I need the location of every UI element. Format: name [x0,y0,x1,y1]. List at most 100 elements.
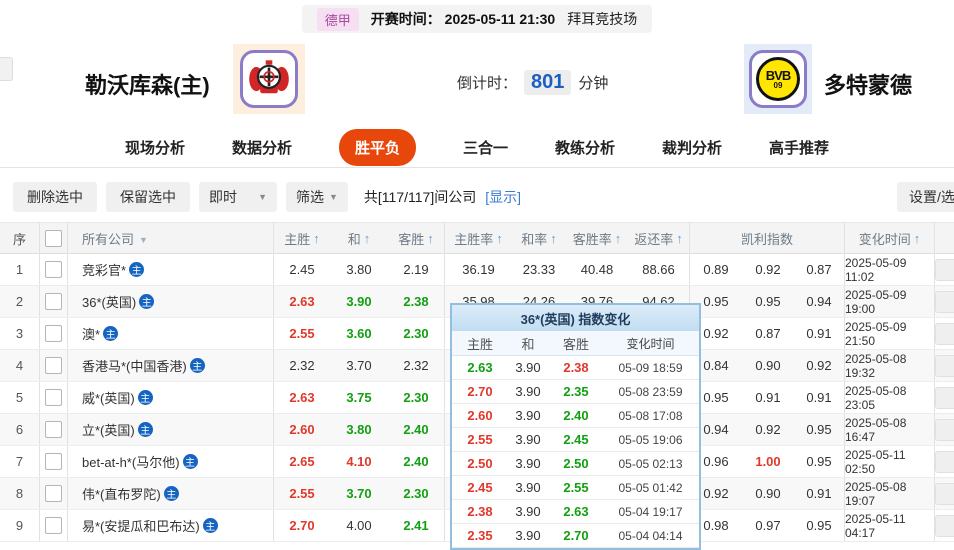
row-action-button[interactable] [935,354,954,377]
away-odds[interactable]: 2.38 [388,286,445,317]
tab-data-analysis[interactable]: 数据分析 [232,137,292,158]
row-checkbox[interactable] [45,421,62,438]
row-index: 2 [0,286,40,317]
draw-odds[interactable]: 3.60 [330,318,388,349]
settings-select-columns-button[interactable]: 设置/选择 [897,182,954,212]
sort-asc-icon [911,231,921,246]
header-away-odds[interactable]: 客胜 [388,223,445,253]
delete-selected-button[interactable]: 删除选中 [13,182,97,212]
home-odds[interactable]: 2.65 [274,446,330,477]
away-odds[interactable]: 2.19 [388,254,445,285]
keep-selected-button[interactable]: 保留选中 [106,182,190,212]
row-checkbox[interactable] [45,293,62,310]
row-action-button[interactable] [935,450,954,473]
time-mode-select[interactable]: 即时 ▼ [199,182,277,212]
odds-change-popup: 36*(英国) 指数变化 主胜 和 客胜 变化时间 2.63 3.90 2.38… [450,303,701,550]
company-name[interactable]: 香港马*(中国香港) [82,356,187,375]
row-action-button[interactable] [935,418,954,441]
popup-header-row: 主胜 和 客胜 变化时间 [452,331,699,356]
company-name[interactable]: 立*(英国) [82,420,135,439]
draw-odds[interactable]: 3.70 [330,478,388,509]
draw-odds[interactable]: 3.75 [330,382,388,413]
row-checkbox[interactable] [45,453,62,470]
sort-asc-icon [673,231,683,246]
home-odds[interactable]: 2.55 [274,318,330,349]
side-widget-handle[interactable] [0,57,13,81]
row-action-button[interactable] [935,482,954,505]
tab-expert-picks[interactable]: 高手推荐 [769,137,829,158]
company-name[interactable]: bet-at-h*(马尔他) [82,452,180,471]
kelly-away: 0.95 [794,446,845,477]
popup-away-odds: 2.70 [563,528,589,543]
draw-odds[interactable]: 3.70 [330,350,388,381]
header-draw-odds[interactable]: 和 [330,223,388,253]
row-action-button[interactable] [935,514,954,537]
company-name[interactable]: 36*(英国) [82,292,136,311]
kelly-away: 0.95 [794,510,845,541]
select-all-checkbox[interactable] [45,229,62,247]
popup-change-time: 05-08 17:08 [618,408,683,423]
tab-coach-analysis[interactable]: 教练分析 [555,137,615,158]
home-odds[interactable]: 2.70 [274,510,330,541]
tab-win-draw-lose[interactable]: 胜平负 [338,128,416,166]
away-odds[interactable]: 2.41 [388,510,445,541]
filter-select[interactable]: 筛选 ▼ [286,182,348,212]
popup-row: 2.55 3.90 2.45 05-05 19:06 [452,428,699,452]
header-away-rate[interactable]: 客胜率 [566,223,628,253]
company-name[interactable]: 威*(英国) [82,388,135,407]
home-odds[interactable]: 2.60 [274,414,330,445]
away-odds[interactable]: 2.40 [388,414,445,445]
row-checkbox[interactable] [45,325,62,342]
away-odds[interactable]: 2.30 [388,478,445,509]
row-checkbox[interactable] [45,261,62,278]
row-checkbox-cell [40,446,68,477]
row-index: 8 [0,478,40,509]
change-time: 2025-05-09 21:50 [845,318,935,349]
company-name[interactable]: 伟*(直布罗陀) [82,484,161,503]
row-checkbox[interactable] [45,389,62,406]
away-odds[interactable]: 2.30 [388,382,445,413]
home-odds[interactable]: 2.55 [274,478,330,509]
away-odds[interactable]: 2.30 [388,318,445,349]
row-checkbox[interactable] [45,357,62,374]
home-odds[interactable]: 2.45 [274,254,330,285]
row-action-button[interactable] [935,322,954,345]
row-checkbox[interactable] [45,517,62,534]
row-checkbox[interactable] [45,485,62,502]
row-action-cell [935,510,954,541]
row-action-button[interactable] [935,386,954,409]
home-team-logo-panel [233,44,305,114]
popup-change-time: 05-04 04:14 [618,528,683,543]
show-link[interactable]: [显示] [485,187,521,207]
draw-odds[interactable]: 4.00 [330,510,388,541]
company-name[interactable]: 易*(安提瓜和巴布达) [82,516,200,535]
row-action-button[interactable] [935,258,954,281]
home-team-marker-icon: 主 [163,486,179,501]
header-company[interactable]: 所有公司 [68,223,274,253]
chevron-down-icon: ▼ [329,192,338,202]
header-change-time[interactable]: 变化时间 [845,223,935,253]
draw-odds[interactable]: 4.10 [330,446,388,477]
header-draw-rate[interactable]: 和率 [512,223,566,253]
popup-header-time: 变化时间 [626,336,675,351]
away-odds[interactable]: 2.40 [388,446,445,477]
company-name[interactable]: 澳* [82,324,100,343]
row-action-cell [935,254,954,285]
header-home-rate[interactable]: 主胜率 [445,223,512,253]
header-payout-rate[interactable]: 返还率 [628,223,690,253]
draw-odds[interactable]: 3.80 [330,414,388,445]
header-home-odds[interactable]: 主胜 [274,223,330,253]
draw-odds[interactable]: 3.90 [330,286,388,317]
tab-three-in-one[interactable]: 三合一 [463,137,508,158]
sort-asc-icon [612,231,622,246]
company-name[interactable]: 竞彩官* [82,260,126,279]
tab-live-analysis[interactable]: 现场分析 [125,137,185,158]
home-odds[interactable]: 2.32 [274,350,330,381]
change-time: 2025-05-08 19:07 [845,478,935,509]
away-odds[interactable]: 2.32 [388,350,445,381]
row-action-button[interactable] [935,290,954,313]
tab-referee-analysis[interactable]: 裁判分析 [662,137,722,158]
draw-odds[interactable]: 3.80 [330,254,388,285]
home-odds[interactable]: 2.63 [274,382,330,413]
home-odds[interactable]: 2.63 [274,286,330,317]
